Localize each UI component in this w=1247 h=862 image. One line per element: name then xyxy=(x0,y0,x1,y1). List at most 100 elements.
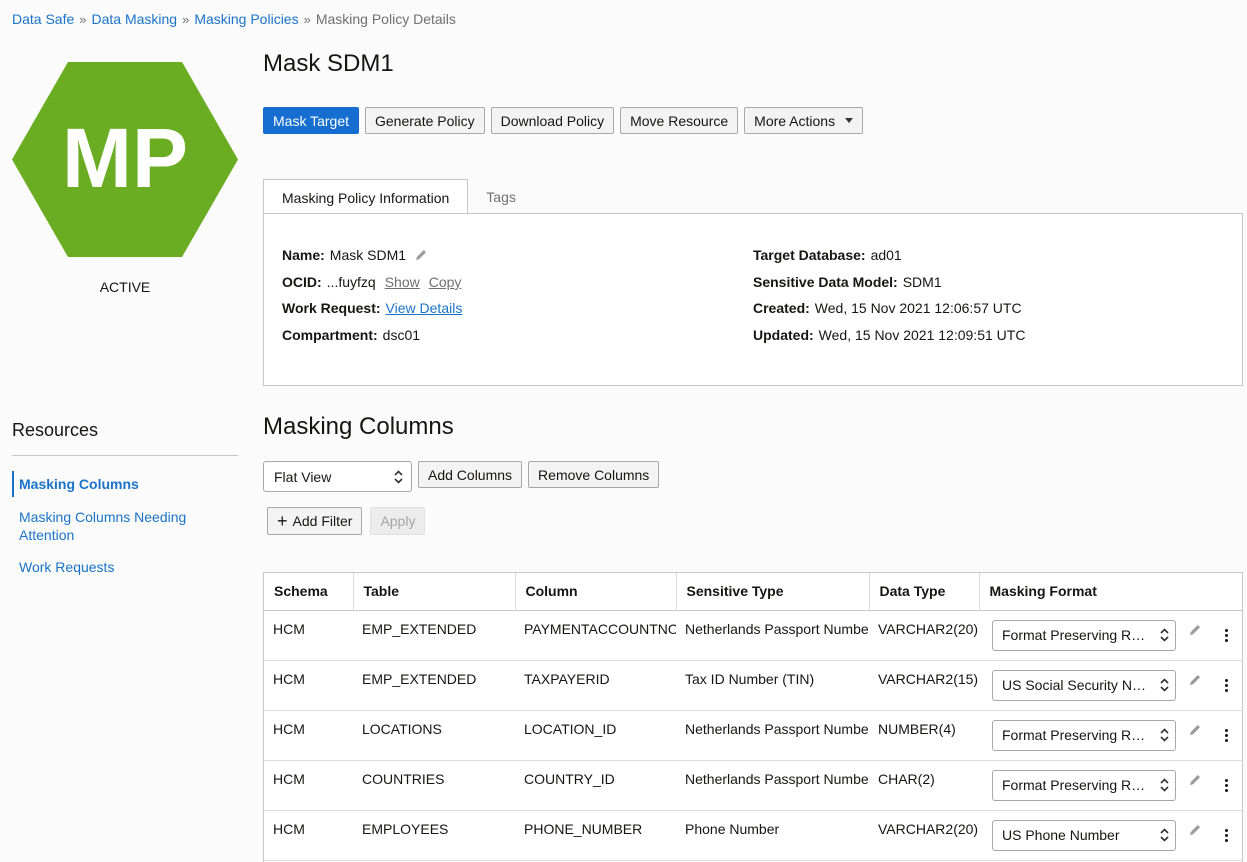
masking-columns-title: Masking Columns xyxy=(263,413,454,440)
select-arrows-icon xyxy=(1160,828,1169,842)
resource-item-work-requests[interactable]: Work Requests xyxy=(12,558,238,576)
resource-item-masking-columns[interactable]: Masking Columns xyxy=(12,471,238,497)
table-row: HCM EMP_EXTENDED PAYMENTACCOUNTNO Nether… xyxy=(264,610,1242,661)
kebab-menu-icon[interactable] xyxy=(1225,728,1228,742)
masking-format-select[interactable]: Format Preserving Rand... xyxy=(992,719,1176,751)
masking-columns-table: Schema Table Column Sensitive Type Data … xyxy=(263,572,1243,862)
cell-table: EMP_EXTENDED xyxy=(353,660,515,711)
view-select-value: Flat View xyxy=(274,468,332,485)
policy-info-panel: Name: Mask SDM1 OCID: ...fuyfzq Show Cop… xyxy=(263,213,1243,386)
cell-column: LOCATION_ID xyxy=(515,710,676,761)
column-header-masking-format[interactable]: Masking Format xyxy=(979,573,1242,611)
action-toolbar: Mask Target Generate Policy Download Pol… xyxy=(263,107,864,134)
masking-format-value: Format Preserving Rand... xyxy=(1002,627,1152,643)
breadcrumb: Data Safe » Data Masking » Masking Polic… xyxy=(12,11,456,27)
tab-tags[interactable]: Tags xyxy=(468,179,534,214)
view-select[interactable]: Flat View xyxy=(263,461,412,492)
created-value: Wed, 15 Nov 2021 12:06:57 UTC xyxy=(814,300,1022,316)
more-actions-label: More Actions xyxy=(754,112,836,129)
cell-masking-format: Format Preserving Rand... xyxy=(979,610,1242,661)
resource-hexagon-icon: MP xyxy=(12,62,238,257)
remove-columns-button[interactable]: Remove Columns xyxy=(528,461,660,488)
masking-format-select[interactable]: Format Preserving Rand... xyxy=(992,619,1176,651)
kebab-menu-icon[interactable] xyxy=(1225,828,1228,842)
edit-pencil-icon[interactable] xyxy=(1188,723,1202,737)
add-filter-button[interactable]: + Add Filter xyxy=(267,507,363,535)
masking-format-value: US Social Security Num... xyxy=(1002,677,1152,693)
masking-format-select[interactable]: US Phone Number xyxy=(992,819,1176,851)
edit-pencil-icon[interactable] xyxy=(1188,623,1202,637)
cell-schema: HCM xyxy=(264,710,353,761)
kebab-menu-icon[interactable] xyxy=(1225,778,1228,792)
masking-format-select[interactable]: Format Preserving Rand... xyxy=(992,769,1176,801)
status-label: ACTIVE xyxy=(99,279,151,295)
column-header-column[interactable]: Column xyxy=(515,573,677,611)
edit-pencil-icon[interactable] xyxy=(1188,773,1202,787)
divider xyxy=(12,455,238,456)
select-arrows-icon xyxy=(1160,728,1169,742)
cell-data-type: VARCHAR2(15) xyxy=(869,660,979,711)
work-request-label: Work Request: xyxy=(282,300,381,316)
ocid-show-link[interactable]: Show xyxy=(385,274,420,290)
resource-initials: MP xyxy=(62,111,188,205)
info-sensitive-data-model: Sensitive Data Model: SDM1 xyxy=(753,274,942,290)
column-header-schema[interactable]: Schema xyxy=(264,573,354,611)
select-arrows-icon xyxy=(1160,778,1169,792)
select-arrows-icon xyxy=(394,469,403,484)
breadcrumb-current: Masking Policy Details xyxy=(315,11,456,27)
info-work-request: Work Request: View Details xyxy=(282,300,462,316)
mask-target-button[interactable]: Mask Target xyxy=(263,107,359,134)
cell-schema: HCM xyxy=(264,760,353,811)
cell-column: PAYMENTACCOUNTNO xyxy=(515,610,676,661)
generate-policy-button[interactable]: Generate Policy xyxy=(365,107,485,134)
more-actions-button[interactable]: More Actions xyxy=(744,107,864,134)
target-db-label: Target Database: xyxy=(753,247,866,263)
cell-data-type: CHAR(2) xyxy=(869,760,979,811)
column-header-data-type[interactable]: Data Type xyxy=(869,573,980,611)
add-columns-button[interactable]: Add Columns xyxy=(418,461,523,488)
cell-table: COUNTRIES xyxy=(353,760,515,811)
breadcrumb-data-safe[interactable]: Data Safe xyxy=(12,11,74,27)
move-resource-button[interactable]: Move Resource xyxy=(620,107,739,134)
masking-format-value: US Phone Number xyxy=(1002,827,1120,843)
info-target-database: Target Database: ad01 xyxy=(753,247,902,263)
masking-format-select[interactable]: US Social Security Num... xyxy=(992,669,1176,701)
breadcrumb-separator: » xyxy=(303,11,311,27)
breadcrumb-data-masking[interactable]: Data Masking xyxy=(92,11,178,27)
breadcrumb-separator: » xyxy=(79,11,87,27)
view-details-link[interactable]: View Details xyxy=(386,300,463,316)
page-title: Mask SDM1 xyxy=(263,50,394,77)
edit-pencil-icon[interactable] xyxy=(1188,673,1202,687)
select-arrows-icon xyxy=(1160,628,1169,642)
resources-nav: Masking Columns Masking Columns Needing … xyxy=(12,471,238,576)
table-row: HCM LOCATIONS LOCATION_ID Netherlands Pa… xyxy=(264,710,1242,761)
tab-masking-policy-information[interactable]: Masking Policy Information xyxy=(263,179,469,215)
cell-sensitive-type: Netherlands Passport Number xyxy=(676,760,869,811)
cell-masking-format: US Social Security Num... xyxy=(979,660,1242,711)
resource-item-masking-columns-needing-attention[interactable]: Masking Columns Needing Attention xyxy=(12,508,238,544)
cell-sensitive-type: Tax ID Number (TIN) xyxy=(676,660,869,711)
edit-pencil-icon[interactable] xyxy=(414,248,428,262)
compartment-value: dsc01 xyxy=(382,327,421,343)
ocid-value: ...fuyfzq xyxy=(326,274,376,290)
apply-button[interactable]: Apply xyxy=(370,507,426,535)
ocid-copy-link[interactable]: Copy xyxy=(429,274,462,290)
breadcrumb-separator: » xyxy=(182,11,190,27)
cell-masking-format: US Phone Number xyxy=(979,810,1242,861)
name-value: Mask SDM1 xyxy=(329,247,407,263)
masking-format-value: Format Preserving Rand... xyxy=(1002,727,1152,743)
resources-title: Resources xyxy=(12,420,99,440)
table-row: HCM EMPLOYEES PHONE_NUMBER Phone Number … xyxy=(264,810,1242,861)
cell-column: TAXPAYERID xyxy=(515,660,676,711)
breadcrumb-masking-policies[interactable]: Masking Policies xyxy=(194,11,298,27)
edit-pencil-icon[interactable] xyxy=(1188,823,1202,837)
kebab-menu-icon[interactable] xyxy=(1225,678,1228,692)
cell-sensitive-type: Phone Number xyxy=(676,810,869,861)
column-header-table[interactable]: Table xyxy=(353,573,516,611)
column-header-sensitive-type[interactable]: Sensitive Type xyxy=(676,573,870,611)
kebab-menu-icon[interactable] xyxy=(1225,628,1228,642)
masking-format-value: Format Preserving Rand... xyxy=(1002,777,1152,793)
download-policy-button[interactable]: Download Policy xyxy=(490,107,615,134)
cell-schema: HCM xyxy=(264,810,353,861)
cell-table: EMPLOYEES xyxy=(353,810,515,861)
